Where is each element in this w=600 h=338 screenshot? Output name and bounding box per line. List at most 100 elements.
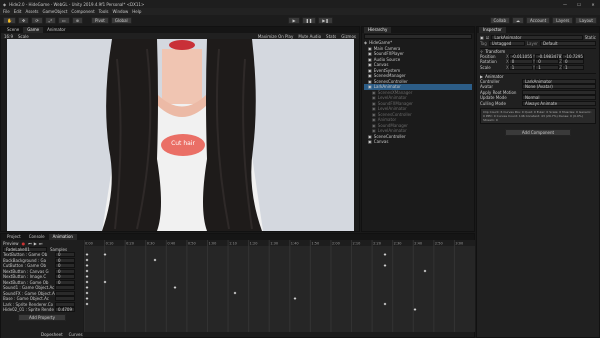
hierarchy-item-label: EventSystem (373, 67, 401, 73)
hierarchy-item-label: ScenesXManager (377, 89, 413, 95)
rotation-x[interactable]: 0 (508, 59, 533, 65)
menu-file[interactable]: File (3, 9, 10, 14)
clip-select[interactable]: FadeLake01 (3, 246, 47, 252)
prev-key-icon[interactable]: ⏮ (28, 241, 32, 246)
property-value[interactable]: 0 (55, 268, 75, 274)
move-tool-button[interactable]: ✥ (17, 17, 30, 24)
tab-game[interactable]: Game (23, 27, 44, 33)
tab-inspector[interactable]: Inspector (479, 27, 506, 33)
property-value[interactable]: 0 (55, 279, 75, 285)
animation-property[interactable]: Base : Game Object.Ac (3, 296, 81, 302)
animation-property[interactable]: TextButton : Game Ob 0 (3, 252, 81, 258)
animation-property[interactable]: CutButton : Game Ob 0 (3, 263, 81, 269)
animation-property[interactable]: Sound1 : Game Object.Ac (3, 285, 81, 291)
tab-hierarchy[interactable]: Hierarchy (364, 27, 392, 33)
menu-edit[interactable]: Edit (14, 9, 22, 14)
rotate-tool-button[interactable]: ⟳ (31, 17, 43, 24)
rect-tool-button[interactable]: ▭ (57, 17, 70, 24)
add-component-button[interactable]: Add Component (504, 129, 572, 136)
scale-tool-button[interactable]: ⤢ (44, 17, 56, 24)
object-name-field[interactable]: LarkAnimator (491, 35, 583, 41)
mute-audio-toggle[interactable]: Mute Audio (298, 34, 321, 39)
record-icon[interactable]: ● (22, 241, 26, 246)
play-button[interactable]: ▶ (288, 17, 300, 24)
collab-button[interactable]: Collab (489, 17, 510, 24)
property-value[interactable] (55, 290, 75, 296)
stats-toggle[interactable]: Stats (326, 34, 336, 39)
next-key-icon[interactable]: ⏭ (39, 241, 43, 246)
scale-z[interactable]: 1 (561, 64, 584, 70)
layer-select[interactable]: Default (539, 40, 596, 46)
step-button[interactable]: ▶❚ (318, 17, 333, 24)
active-checkbox[interactable]: ☑ (486, 35, 490, 40)
maximize-on-play-toggle[interactable]: Maximize On Play (258, 34, 294, 39)
menu-gameobject[interactable]: GameObject (42, 9, 67, 14)
menu-component[interactable]: Component (71, 9, 94, 14)
property-value[interactable] (55, 296, 75, 302)
preview-button[interactable]: Preview (3, 241, 19, 246)
scale-x[interactable]: 1 (508, 64, 533, 70)
animation-property[interactable]: Lark : Sprite Renderer.Co (3, 301, 81, 308)
property-value[interactable]: 0.4709 (55, 307, 75, 313)
transform-tool-button[interactable]: ⊕ (71, 17, 84, 24)
menu-help[interactable]: Help (132, 9, 141, 14)
display-select[interactable]: 16:9 (4, 34, 13, 39)
rotation-z[interactable]: 0 (561, 59, 584, 65)
hierarchy-search-input[interactable] (364, 34, 472, 39)
position-y[interactable]: -0.1983478 (535, 53, 561, 59)
account-button[interactable]: Account (526, 17, 551, 24)
minimize-icon[interactable]: — (558, 2, 572, 7)
menu-assets[interactable]: Assets (25, 9, 38, 14)
animation-property[interactable]: BackBackground : Ga 0 (3, 257, 81, 264)
menu-window[interactable]: Window (113, 9, 129, 14)
gizmos-toggle[interactable]: Gizmos (341, 34, 356, 39)
animation-property[interactable]: NextButton : Game Ob 0 (3, 279, 81, 286)
global-button[interactable]: Global (110, 17, 132, 24)
play-anim-icon[interactable]: ▶ (34, 241, 37, 246)
tab-curves[interactable]: Curves (69, 332, 83, 337)
property-value[interactable]: 0 (55, 274, 75, 280)
animation-panel: Project Console Animation Preview ● ⏮ ▶ ⏭ Fa… (0, 233, 475, 338)
scale-label[interactable]: Scale (18, 34, 29, 39)
hand-tool-button[interactable]: ✋ (3, 17, 16, 24)
maximize-icon[interactable]: ☐ (572, 2, 586, 7)
property-value[interactable]: 0 (55, 257, 75, 263)
tag-select[interactable]: Untagged (488, 40, 525, 46)
game-view[interactable]: Cut hair (7, 39, 354, 231)
pivot-button[interactable]: Pivot (91, 17, 109, 24)
property-value[interactable]: 0 (55, 252, 75, 258)
hierarchy-item-label: LevelAnimator (377, 106, 407, 112)
animator-field-value[interactable]: Always Animate (522, 100, 596, 106)
hierarchy-item[interactable]: ▣ Canvas (364, 139, 472, 145)
cube-icon: ▣ (480, 35, 484, 41)
static-label[interactable]: Static (585, 35, 596, 40)
cut-hair-label[interactable]: Cut hair (163, 140, 203, 148)
property-value[interactable] (55, 301, 75, 307)
animator-field-value[interactable]: None (Avatar) (522, 84, 596, 90)
position-x[interactable]: -0.011055 (508, 53, 533, 59)
animation-property[interactable]: Hide02_01 : Sprite Rende 0.4709 (3, 307, 81, 313)
dopesheet-timeline[interactable]: 0:00 0:10 0:20 0:30 0:40 0:50 1:00 1:10 1:20 1:30… (84, 240, 475, 332)
animator-field-value[interactable] (522, 89, 596, 95)
menu-tools[interactable]: Tools (99, 9, 109, 14)
layers-button[interactable]: Layers (552, 17, 574, 24)
animation-property[interactable]: SoundFX : Game Object.Ac (3, 290, 81, 297)
tab-scene[interactable]: Scene (3, 27, 23, 33)
scale-y[interactable]: 1 (535, 64, 560, 70)
gameobject-icon: ▣ (368, 51, 372, 57)
cloud-icon[interactable]: ☁ (512, 17, 524, 24)
close-icon[interactable]: ✕ (586, 2, 600, 7)
tab-animator[interactable]: Animator (43, 27, 69, 33)
add-property-button[interactable]: Add Property (18, 313, 66, 321)
layout-button[interactable]: Layout (575, 17, 598, 24)
animation-property[interactable]: NextButton : Canvas G 0 (3, 268, 81, 275)
property-value[interactable]: 0 (55, 263, 75, 269)
pause-button[interactable]: ❚❚ (301, 17, 317, 24)
animator-field-value[interactable]: LarkAnimator (522, 78, 596, 84)
position-z[interactable]: -10.7295 (561, 53, 584, 59)
animator-field-value[interactable]: Normal (522, 95, 596, 101)
animation-property[interactable]: NextButton : Image.C 0 (3, 274, 81, 280)
rotation-y[interactable]: 0 (535, 59, 560, 65)
tab-dopesheet[interactable]: Dopesheet (41, 332, 63, 337)
property-value[interactable] (55, 285, 75, 291)
